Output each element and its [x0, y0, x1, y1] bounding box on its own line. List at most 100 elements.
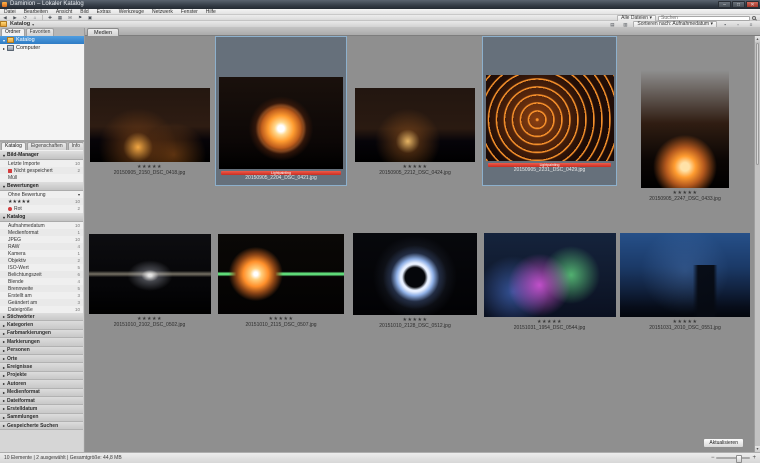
tab-ordner[interactable]: Ordner: [1, 28, 25, 36]
tab-info[interactable]: Info: [68, 142, 83, 150]
tag-jpeg[interactable]: JPEG10: [0, 236, 83, 243]
tag-medienformat[interactable]: Medienformat1: [0, 229, 83, 236]
thumbnail-filename: 20150905_2150_DSC_0418.jpg: [114, 170, 185, 176]
tag-label: Geändert am: [8, 300, 77, 306]
section-title: Kategorien: [7, 322, 33, 328]
flag-icon[interactable]: ⚑: [75, 15, 85, 21]
tree-item-katalog[interactable]: ▾ Katalog: [0, 36, 84, 44]
section-kategorien[interactable]: ▸Kategorien: [0, 321, 83, 329]
tag-belichtungszeit[interactable]: Belichtungszeit6: [0, 271, 83, 278]
expander-icon[interactable]: ▸: [3, 46, 5, 51]
tag-kamera[interactable]: Kamera1: [0, 250, 83, 257]
collapsed-caret-icon: ▸: [3, 356, 5, 361]
tab-favoriten[interactable]: Favoriten: [26, 28, 55, 36]
tag-geaendert-am[interactable]: Geändert am3: [0, 299, 83, 306]
photo-light-orb: [219, 77, 343, 169]
section-stichwoerter[interactable]: ▸Stichwörter: [0, 313, 83, 321]
tag-erstellt-am[interactable]: Erstellt am3: [0, 292, 83, 299]
section-gespeicherte-suchen[interactable]: ▸Gespeicherte Suchen: [0, 422, 83, 430]
thumbnail-filename: 20150905_2204_DSC_0421.jpg: [245, 175, 316, 181]
menu-fenster[interactable]: Fenster: [177, 9, 202, 15]
slider-knob[interactable]: [736, 455, 742, 463]
zoom-out-icon[interactable]: −: [711, 454, 715, 462]
tag-label: Brennweite: [8, 286, 77, 292]
catalog-selector[interactable]: Katalog: [10, 21, 30, 27]
thumbnail-5[interactable]: ★★★★★ 20150905_2247_DSC_0433.jpg: [619, 36, 751, 204]
tag-fuenf-sterne[interactable]: ★★★★★ 10: [0, 198, 83, 205]
tag-count: 2: [77, 168, 80, 173]
section-medienformat[interactable]: ▸Medienformat: [0, 389, 83, 397]
menu-extras[interactable]: Extras: [93, 9, 115, 15]
section-markierungen[interactable]: ▸Markierungen: [0, 338, 83, 346]
close-button[interactable]: ✕: [746, 1, 759, 8]
tag-nicht-gespeichert[interactable]: Nicht gespeichert 2: [0, 167, 83, 174]
minimize-button[interactable]: –: [718, 1, 731, 8]
section-sammlungen[interactable]: ▸Sammlungen: [0, 414, 83, 422]
zoom-in-icon[interactable]: +: [752, 454, 756, 462]
panel-icon[interactable]: ▣: [85, 15, 95, 21]
section-projekte[interactable]: ▸Projekte: [0, 372, 83, 380]
collapsed-caret-icon: ▸: [3, 373, 5, 378]
section-orte[interactable]: ▸Orte: [0, 355, 83, 363]
section-bewertungen[interactable]: ▾ Bewertungen: [0, 181, 83, 191]
thumbnail-10[interactable]: ★★★★★ 20151031_2010_DSC_0551.jpg: [619, 221, 751, 333]
tag-dateigroesse[interactable]: Dateigröße10: [0, 306, 83, 313]
scroll-up-icon[interactable]: ▲: [755, 36, 760, 42]
search-icon[interactable]: [752, 16, 756, 20]
expander-icon[interactable]: ▾: [3, 38, 5, 43]
dropdown-caret-icon[interactable]: ▾: [78, 192, 80, 197]
tag-rot[interactable]: Rot 2: [0, 205, 83, 212]
tab-eigenschaften[interactable]: Eigenschaften: [27, 142, 67, 150]
tag-ohne-bewertung[interactable]: Ohne Bewertung ▾: [0, 191, 83, 198]
thumbnail-3[interactable]: ★★★★★ 20150905_2212_DSC_0424.jpg: [350, 44, 480, 194]
thumbnail-filename: 20151010_2115_DSC_0507.jpg: [245, 322, 316, 328]
tag-letzte-importe[interactable]: Letzte Importe 10: [0, 160, 83, 167]
thumbnail-9[interactable]: ★★★★★ 20151031_1954_DSC_0544.jpg: [482, 221, 617, 333]
thumbnail-size-slider[interactable]: [716, 457, 750, 459]
collapsed-caret-icon: ▸: [3, 339, 5, 344]
section-personen[interactable]: ▸Personen: [0, 347, 83, 355]
content-tab-strip: Medien: [85, 27, 760, 36]
menu-hilfe[interactable]: Hilfe: [202, 9, 220, 15]
forward-icon[interactable]: ▶: [10, 15, 20, 21]
import-icon[interactable]: ✚: [45, 15, 55, 21]
tab-katalog[interactable]: Katalog: [1, 142, 26, 150]
tag-iso[interactable]: ISO-Wert5: [0, 264, 83, 271]
tag-count: 1: [77, 251, 80, 256]
refresh-icon[interactable]: ↺: [20, 15, 30, 21]
thumbnail-1[interactable]: ★★★★★ 20150905_2150_DSC_0418.jpg: [87, 44, 212, 194]
section-katalog[interactable]: ▾ Katalog: [0, 212, 83, 222]
thumbnail-7[interactable]: ★★★★★ 20151010_2115_DSC_0507.jpg: [215, 222, 347, 330]
refresh-view-button[interactable]: Aktualisieren: [703, 438, 744, 448]
menu-werkzeuge[interactable]: Werkzeuge: [115, 9, 148, 15]
home-icon[interactable]: ⌂: [30, 15, 40, 21]
section-erstelldatum[interactable]: ▸Erstelldatum: [0, 405, 83, 413]
tag-raw[interactable]: RAW4: [0, 243, 83, 250]
vertical-scrollbar[interactable]: ▲ ▼: [754, 36, 760, 452]
photo-night-tripod: [90, 88, 210, 162]
section-ereignisse[interactable]: ▸Ereignisse: [0, 363, 83, 371]
mail-icon[interactable]: ✉: [65, 15, 75, 21]
section-dateiformat[interactable]: ▸Dateiformat: [0, 397, 83, 405]
scrollbar-thumb[interactable]: [756, 43, 759, 165]
section-autoren[interactable]: ▸Autoren: [0, 380, 83, 388]
tag-brennweite[interactable]: Brennweite5: [0, 285, 83, 292]
thumbnail-8[interactable]: ★★★★★ 20151010_2128_DSC_0512.jpg: [350, 221, 480, 331]
tree-item-computer[interactable]: ▸ Computer: [0, 44, 84, 52]
unsaved-icon: [8, 169, 12, 173]
back-icon[interactable]: ◀: [0, 15, 10, 21]
tag-muell[interactable]: Müll: [0, 174, 83, 181]
menu-netzwerk[interactable]: Netzwerk: [148, 9, 177, 15]
catalog-caret-icon[interactable]: ▾: [32, 22, 34, 27]
maximize-button[interactable]: □: [732, 1, 745, 8]
tag-objektiv[interactable]: Objektiv2: [0, 257, 83, 264]
search-input[interactable]: Suchen: [658, 16, 750, 21]
grid-icon[interactable]: ▦: [55, 15, 65, 21]
section-farbmarkierungen[interactable]: ▸Farbmarkierungen: [0, 330, 83, 338]
thumbnail-6[interactable]: ★★★★★ 20151010_2102_DSC_0502.jpg: [87, 222, 212, 330]
tag-blende[interactable]: Blende4: [0, 278, 83, 285]
thumbnail-4-selected[interactable]: Lightpainting 20150905_2231_DSC_0429.jpg: [482, 36, 617, 186]
section-bild-manager[interactable]: ▾ Bild-Manager: [0, 150, 83, 160]
tag-aufnahmedatum[interactable]: Aufnahmedatum10: [0, 222, 83, 229]
thumbnail-2-selected[interactable]: Lightpainting 20150905_2204_DSC_0421.jpg: [215, 36, 347, 186]
